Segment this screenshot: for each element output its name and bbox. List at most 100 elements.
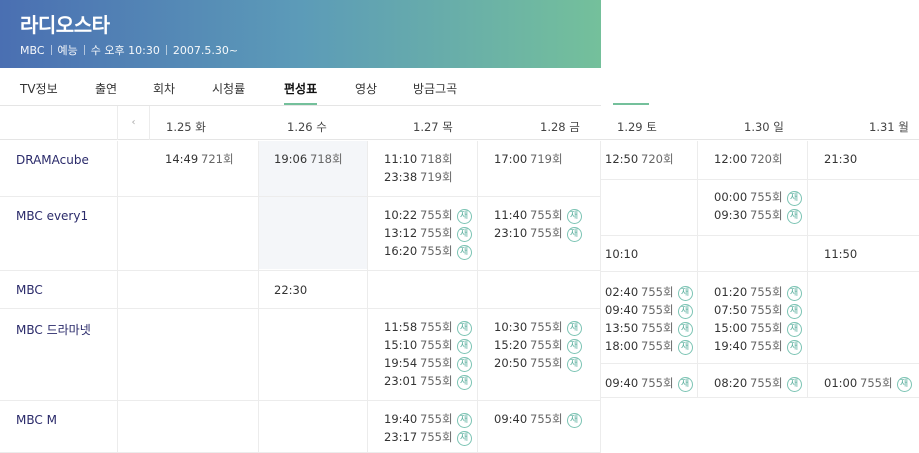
episode-number: 755회	[530, 208, 563, 222]
broadcast-time: 19:54	[384, 356, 418, 370]
episode-number: 755회	[750, 285, 783, 299]
broadcast-entry: 09:40 755회 재	[605, 301, 693, 319]
broadcast-entry: 18:00 755회 재	[605, 337, 693, 355]
episode-number: 755회	[420, 244, 453, 258]
broadcast-entry: 09:40 755회 재	[605, 374, 693, 392]
rerun-badge: 재	[566, 413, 582, 428]
chevron-left-icon: ‹	[131, 117, 136, 128]
date-header: 1.29 토	[617, 120, 657, 134]
channel-label-mbc[interactable]: MBC	[16, 283, 43, 297]
prev-dates-button[interactable]: ‹	[117, 106, 150, 140]
broadcast-entry: 19:54 755회 재	[384, 354, 472, 372]
episode-number: 720회	[641, 152, 674, 166]
episode-number: 755회	[420, 430, 453, 444]
schedule-cell: 11:50	[824, 245, 857, 263]
broadcast-time: 20:50	[494, 356, 528, 370]
grid-line	[601, 397, 919, 398]
episode-number: 755회	[750, 208, 783, 222]
rerun-badge: 재	[456, 227, 472, 242]
broadcast-entry: 09:30 755회 재	[714, 206, 802, 224]
broadcast-entry: 23:38 719회	[384, 168, 453, 186]
broadcast-entry: 12:50 720회	[605, 150, 674, 168]
schedule-cell: 21:30	[824, 150, 858, 168]
channel-label-dramacube[interactable]: DRAMAcube	[16, 153, 89, 167]
schedule-cell: 19:06 718회	[274, 150, 343, 168]
broadcast-entry: 19:40 755회 재	[384, 410, 472, 428]
broadcast-entry: 21:30	[824, 150, 858, 168]
rerun-badge: 재	[677, 322, 693, 337]
broadcast-entry: 02:40 755회 재	[605, 283, 693, 301]
broadcast-time: 09:30	[714, 208, 748, 222]
episode-number: 755회	[530, 412, 563, 426]
episode-number: 755회	[420, 374, 453, 388]
tab-schedule[interactable]: 편성표	[284, 80, 318, 105]
grid-line	[117, 141, 118, 453]
tab-episodes[interactable]: 회차	[153, 80, 175, 97]
episode-number: 721회	[201, 152, 234, 166]
broadcast-entry: 19:06 718회	[274, 150, 343, 168]
tab-indicator	[613, 103, 649, 105]
rerun-badge: 재	[896, 377, 912, 392]
rerun-badge: 재	[677, 377, 693, 392]
broadcast-entry: 00:00 755회 재	[714, 188, 802, 206]
tab-tv-info[interactable]: TV정보	[20, 80, 58, 97]
channel-label-mbcm[interactable]: MBC M	[16, 413, 57, 427]
broadcast-entry: 22:30	[274, 281, 307, 299]
schedule-cell: 19:40 755회 재 23:17 755회 재	[384, 410, 472, 446]
broadcast-time: 13:50	[605, 321, 639, 335]
episode-number: 755회	[420, 320, 453, 334]
episode-number: 755회	[641, 339, 674, 353]
episode-number: 755회	[641, 376, 674, 390]
rerun-badge: 재	[456, 413, 472, 428]
grid-line	[258, 141, 259, 453]
broadcast-time: 02:40	[605, 285, 639, 299]
grid-line	[600, 141, 601, 453]
broadcast-time: 10:30	[494, 320, 528, 334]
schedule-cell: 01:00 755회 재	[824, 374, 912, 392]
broadcast-entry: 10:10	[605, 245, 638, 263]
episode-number: 755회	[530, 226, 563, 240]
broadcast-entry: 15:10 755회 재	[384, 336, 472, 354]
broadcast-time: 21:30	[824, 152, 858, 166]
schedule-cell: 17:00 719회	[494, 150, 563, 168]
broadcast-time: 09:40	[605, 303, 639, 317]
episode-number: 755회	[420, 208, 453, 222]
date-header: 1.30 일	[744, 120, 784, 134]
grid-line	[0, 196, 601, 197]
schedule-cell: 11:58 755회 재 15:10 755회 재 19:54 755회 재 23:01 755회 재	[384, 318, 472, 390]
episode-number: 755회	[750, 376, 783, 390]
episode-number: 755회	[420, 356, 453, 370]
broadcast-entry: 13:12 755회 재	[384, 224, 472, 242]
broadcast-time: 08:20	[714, 376, 748, 390]
schedule-cell: 09:40 755회 재	[494, 410, 582, 428]
broadcast-entry: 23:17 755회 재	[384, 428, 472, 446]
rerun-badge: 재	[786, 304, 802, 319]
broadcast-entry: 14:49 721회	[165, 150, 234, 168]
episode-number: 755회	[530, 320, 563, 334]
grid-line	[601, 271, 919, 272]
tab-ratings[interactable]: 시청률	[212, 80, 245, 97]
broadcast-time: 09:40	[494, 412, 528, 426]
tab-video[interactable]: 영상	[355, 80, 377, 97]
rerun-badge: 재	[566, 357, 582, 372]
episode-number: 755회	[750, 190, 783, 204]
broadcast-time: 16:20	[384, 244, 418, 258]
rerun-badge: 재	[786, 322, 802, 337]
broadcast-time: 09:40	[605, 376, 639, 390]
channel-label-dramanet[interactable]: MBC 드라마넷	[16, 321, 91, 338]
channel-label-every1[interactable]: MBC every1	[16, 209, 88, 223]
broadcast-time: 19:06	[274, 152, 308, 166]
rerun-badge: 재	[786, 191, 802, 206]
date-header: 1.26 수	[287, 120, 327, 134]
broadcast-entry: 09:40 755회 재	[494, 410, 582, 428]
broadcast-entry: 23:10 755회 재	[494, 224, 582, 242]
rerun-badge: 재	[566, 209, 582, 224]
episode-number: 755회	[860, 376, 893, 390]
rerun-badge: 재	[677, 286, 693, 301]
tab-recent-song[interactable]: 방금그곡	[413, 80, 457, 97]
episode-number: 755회	[641, 321, 674, 335]
program-title: 라디오스타	[20, 13, 110, 37]
broadcast-entry: 11:10 718회	[384, 150, 453, 168]
tab-cast[interactable]: 출연	[95, 80, 117, 97]
broadcast-time: 11:40	[494, 208, 528, 222]
